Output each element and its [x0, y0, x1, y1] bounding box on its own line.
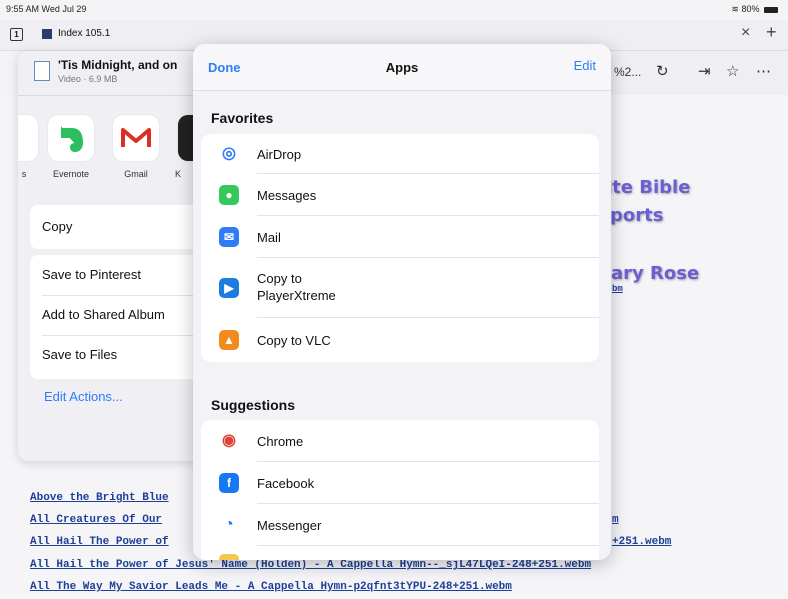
page-heading-fragment: ports — [610, 205, 664, 226]
share-icon[interactable]: ⇥ — [698, 62, 711, 80]
modal-title: Apps — [385, 60, 419, 75]
file-name: 'Tis Midnight, and on — [58, 58, 178, 72]
close-tab-icon[interactable]: × — [741, 24, 750, 42]
suggestion-item-chrome[interactable]: ◉ Chrome — [201, 420, 599, 462]
favorite-label: Mail — [257, 230, 281, 245]
suggestions-list: ◉ Chrome f Facebook ◔ Messenger — [201, 420, 599, 560]
page-heading-fragment: ary Rose — [611, 263, 700, 284]
file-info: Video · 6.9 MB — [58, 74, 118, 84]
favorites-section-title: Favorites — [211, 110, 274, 126]
playerxtreme-icon: ▶ — [219, 278, 239, 298]
page-link[interactable]: All Creatures Of Our — [30, 514, 162, 526]
page-link[interactable]: All Hail The Power of — [30, 536, 169, 548]
edit-button[interactable]: Edit — [574, 58, 596, 73]
app-label: K — [174, 169, 181, 179]
favorite-item-playerxtreme[interactable]: ▶ Copy to PlayerXtreme — [201, 258, 599, 318]
app-label: Gmail — [124, 169, 148, 179]
favorites-list: ◎ AirDrop ● Messages ✉ Mail ▶ Copy to Pl… — [201, 134, 599, 362]
status-bar: 9:55 AM Wed Jul 29 ≋ 80% — [0, 0, 788, 20]
page-link[interactable]: All Hail the Power of Jesus' Name (Holde… — [30, 559, 591, 571]
favorite-label: Copy to VLC — [257, 333, 331, 348]
favorite-label: Copy to PlayerXtreme — [257, 271, 336, 303]
evernote-icon[interactable] — [48, 115, 94, 161]
tab-count-button[interactable]: 1 — [10, 28, 23, 41]
app-icon-partial[interactable] — [18, 115, 38, 161]
suggestion-item-facebook[interactable]: f Facebook — [201, 462, 599, 504]
suggestion-item-messenger[interactable]: ◔ Messenger — [201, 504, 599, 546]
suggestion-label: Facebook — [257, 476, 315, 491]
favorite-label: AirDrop — [257, 147, 302, 162]
apps-modal: Done Apps Edit Favorites ◎ AirDrop ● Mes… — [193, 44, 611, 560]
messages-icon: ● — [219, 185, 239, 205]
url-field[interactable]: %2... — [614, 65, 641, 79]
save-to-files-action[interactable]: Save to Files — [42, 347, 117, 362]
reload-icon[interactable]: ↻ — [656, 62, 669, 80]
mail-icon: ✉ — [219, 227, 239, 247]
page-link[interactable]: All The Way My Savior Leads Me - A Cappe… — [30, 581, 512, 593]
status-time: 9:55 AM Wed Jul 29 — [6, 4, 87, 14]
more-icon[interactable]: ⋯ — [756, 62, 771, 80]
browser-toolbar: %2... ↻ ⇥ ☆ ⋯ — [600, 51, 788, 95]
modal-header: Done Apps Edit — [193, 44, 611, 91]
tab-favicon-icon — [42, 29, 52, 39]
app-label: Evernote — [52, 169, 90, 179]
battery-indicator: ≋ 80% — [731, 4, 778, 15]
page-heading-fragment: ite Bible — [606, 177, 691, 198]
wifi-icon: ≋ — [731, 4, 742, 14]
favorite-item-vlc[interactable]: ▲ Copy to VLC — [201, 318, 599, 362]
favorite-item-airdrop[interactable]: ◎ AirDrop — [201, 134, 599, 174]
page-link[interactable]: Above the Bright Blue — [30, 492, 169, 504]
suggestion-label: Chrome — [257, 434, 304, 449]
copy-action[interactable]: Copy — [42, 219, 72, 234]
page-link-fragment[interactable]: bm — [612, 284, 623, 294]
new-tab-icon[interactable]: + — [766, 22, 777, 43]
airdrop-icon: ◎ — [222, 145, 236, 162]
battery-icon — [764, 6, 778, 13]
chrome-icon: ◉ — [222, 432, 236, 449]
page-link-fragment[interactable]: +251.webm — [612, 536, 671, 548]
edit-actions-link[interactable]: Edit Actions... — [44, 389, 123, 404]
video-file-icon — [34, 61, 50, 81]
messenger-icon: ◔ — [224, 516, 234, 533]
gmail-icon[interactable] — [113, 115, 159, 161]
app-label: s — [21, 169, 27, 179]
add-to-shared-album-action[interactable]: Add to Shared Album — [42, 307, 165, 322]
vlc-icon: ▲ — [219, 330, 239, 350]
suggestion-item-partial[interactable] — [201, 546, 599, 560]
favorites-icon[interactable]: ☆ — [726, 62, 739, 80]
app-icon-partial — [219, 554, 239, 560]
suggestions-section-title: Suggestions — [211, 397, 296, 413]
page-link-fragment[interactable]: m — [612, 514, 619, 526]
suggestion-label: Messenger — [257, 518, 322, 533]
favorite-item-mail[interactable]: ✉ Mail — [201, 216, 599, 258]
save-to-pinterest-action[interactable]: Save to Pinterest — [42, 267, 141, 282]
favorite-item-messages[interactable]: ● Messages — [201, 174, 599, 216]
tab-title[interactable]: Index 105.1 — [58, 28, 110, 39]
favorite-label: Messages — [257, 188, 317, 203]
facebook-icon: f — [219, 473, 239, 493]
